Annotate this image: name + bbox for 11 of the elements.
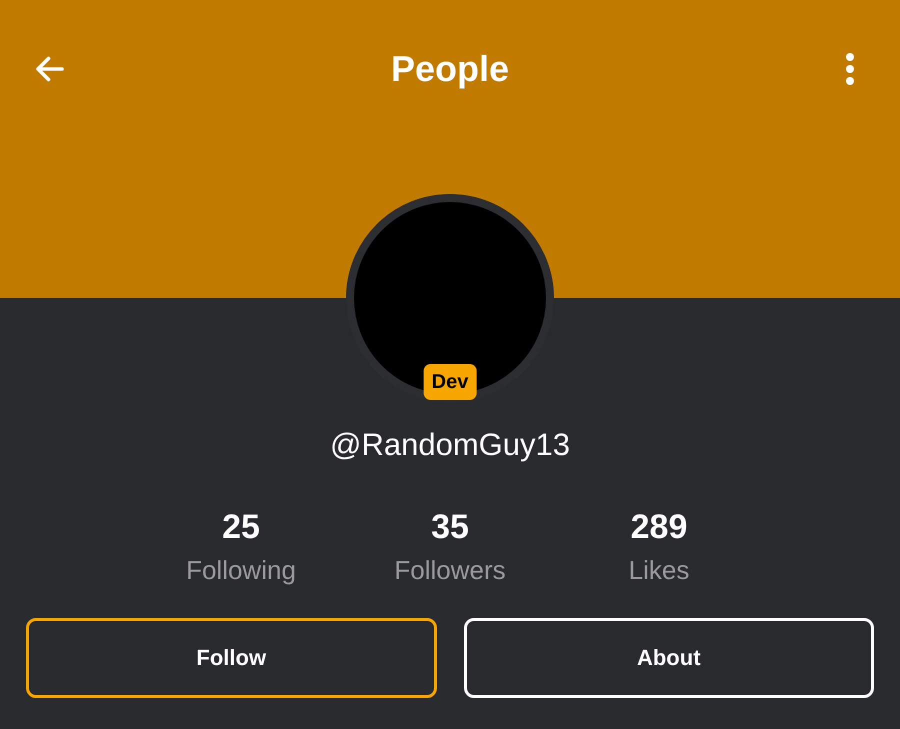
stat-value: 35: [431, 506, 469, 546]
about-button[interactable]: About: [464, 618, 874, 698]
stat-value: 25: [222, 506, 260, 546]
stat-value: 289: [630, 506, 688, 546]
stat-label: Followers: [394, 554, 506, 586]
username: @RandomGuy13: [330, 426, 570, 464]
follow-button[interactable]: Follow: [26, 618, 436, 698]
stat-label: Following: [186, 554, 296, 586]
role-badge: Dev: [424, 364, 476, 400]
page-title: People: [390, 47, 510, 91]
stat-label: Likes: [628, 554, 690, 586]
